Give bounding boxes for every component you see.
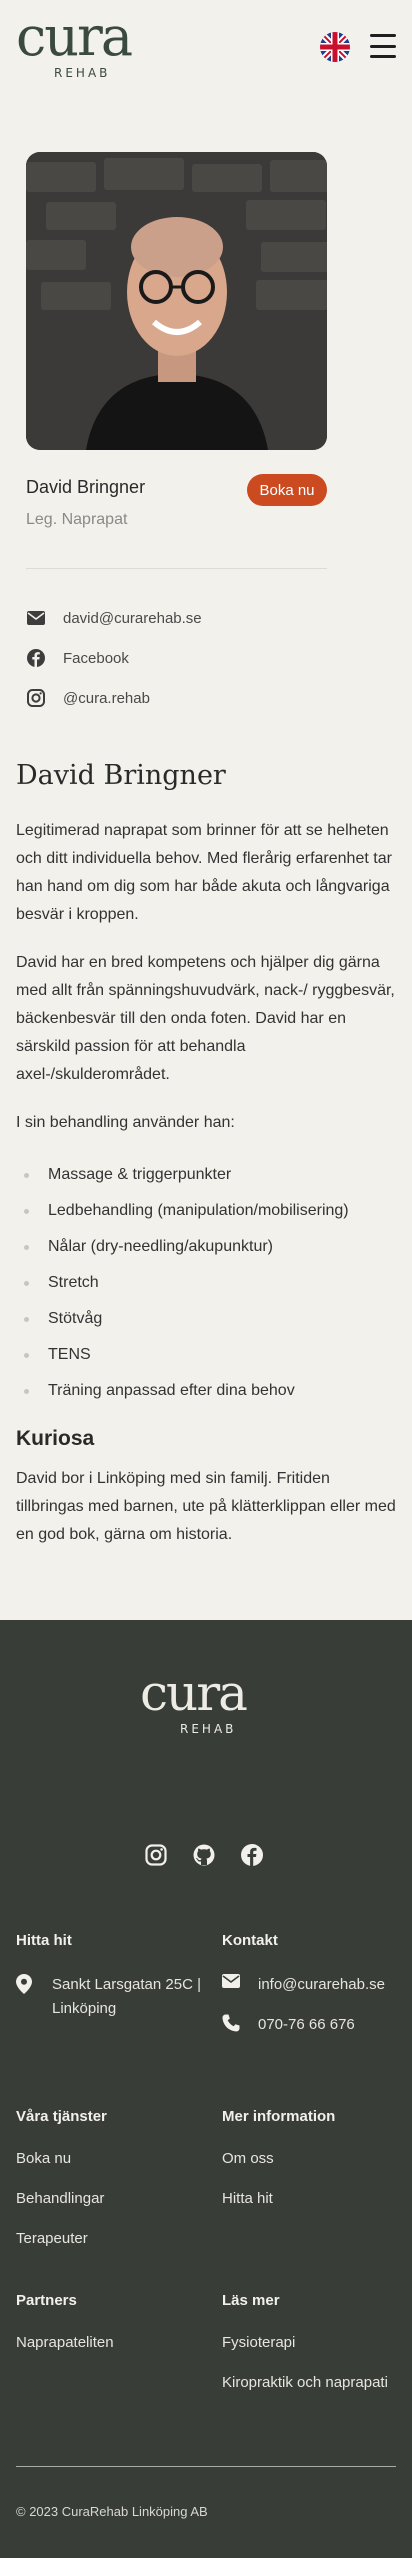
- cura-rehab-logo[interactable]: cura REHAB: [16, 5, 146, 81]
- profile-photo: [26, 152, 327, 450]
- services-heading: Våra tjänster: [16, 2108, 107, 2125]
- footer-phone[interactable]: 070-76 66 676: [222, 2013, 402, 2053]
- footer-link-about[interactable]: Om oss: [222, 2149, 402, 2189]
- footer-partners: Partners Naprapateliten: [16, 2292, 206, 2373]
- bio-paragraph-3: I sin behandling använder han:: [16, 1114, 235, 1131]
- footer-link-chiro[interactable]: Kiropraktik och naprapati: [222, 2373, 408, 2413]
- mail-icon: [222, 1974, 240, 1993]
- contact-instagram-text: @cura.rehab: [63, 689, 150, 707]
- uk-flag-icon[interactable]: [320, 32, 350, 62]
- footer-logo-subtitle: REHAB: [180, 1722, 237, 1736]
- contact-email[interactable]: david@curarehab.se: [26, 598, 202, 638]
- list-item: Ledbehandling (manipulation/mobilisering…: [16, 1193, 396, 1229]
- list-item: Stötvåg: [16, 1301, 396, 1337]
- site-footer: cura REHAB Hitta hit Sankt Larsgatan 25C…: [0, 1620, 412, 2558]
- instagram-icon: [26, 688, 46, 708]
- address-text: Sankt Larsgatan 25C | Linköping: [52, 1976, 201, 2017]
- instagram-icon[interactable]: [145, 1844, 167, 1866]
- bio-heading: David Bringner: [16, 760, 226, 791]
- therapist-title: Leg. Naprapat: [26, 511, 128, 528]
- phone-icon: [222, 2014, 240, 2037]
- footer-services: Våra tjänster Boka nu Behandlingar Terap…: [16, 2108, 206, 2269]
- list-item: TENS: [16, 1337, 396, 1373]
- trivia-text: David bor i Linköping med sin familj. Fr…: [16, 1470, 396, 1543]
- partners-heading: Partners: [16, 2292, 77, 2309]
- list-item: Träning anpassad efter dina behov: [16, 1373, 396, 1409]
- footer-logo[interactable]: cura REHAB: [140, 1668, 272, 1738]
- footer-email[interactable]: info@curarehab.se: [222, 1973, 402, 2013]
- footer-contact: Kontakt info@curarehab.se 070-76 66 676: [222, 1932, 402, 2053]
- contact-list: david@curarehab.se Facebook @cura.rehab: [26, 598, 202, 718]
- bio-paragraph-2: David har en bred kompetens och hjälper …: [16, 954, 395, 1083]
- profile-info: David Bringner Leg. Naprapat Boka nu: [26, 474, 327, 528]
- hamburger-menu-icon[interactable]: [370, 34, 396, 58]
- read-more-heading: Läs mer: [222, 2292, 280, 2309]
- footer-logo-wordmark: cura: [140, 1664, 248, 1722]
- book-now-button[interactable]: Boka nu: [247, 474, 327, 506]
- facebook-icon[interactable]: [241, 1844, 263, 1866]
- github-icon[interactable]: [193, 1844, 215, 1866]
- more-info-heading: Mer information: [222, 2108, 336, 2125]
- logo-subtitle: REHAB: [54, 66, 111, 80]
- list-item: Massage & triggerpunkter: [16, 1157, 396, 1193]
- treatment-list: Massage & triggerpunkter Ledbehandling (…: [16, 1157, 396, 1409]
- contact-heading: Kontakt: [222, 1932, 278, 1949]
- footer-phone-text: 070-76 66 676: [258, 2016, 355, 2033]
- mail-icon: [26, 608, 46, 628]
- find-us-heading: Hitta hit: [16, 1932, 72, 1949]
- contact-facebook-text: Facebook: [63, 649, 129, 667]
- location-pin-icon: [16, 1974, 34, 1999]
- footer-find-us: Hitta hit Sankt Larsgatan 25C | Linköpin…: [16, 1932, 206, 2021]
- bio-section: David Bringner Legitimerad naprapat som …: [16, 760, 396, 1569]
- bio-paragraph-1: Legitimerad naprapat som brinner för att…: [16, 822, 392, 923]
- contact-email-text: david@curarehab.se: [63, 609, 202, 627]
- logo-wordmark: cura: [16, 5, 133, 68]
- footer-divider: [16, 2466, 396, 2467]
- footer-link-find-us[interactable]: Hitta hit: [222, 2189, 402, 2229]
- footer-link-physio[interactable]: Fysioterapi: [222, 2333, 408, 2373]
- footer-social-links: [145, 1844, 263, 1866]
- footer-link-partner[interactable]: Naprapateliten: [16, 2333, 206, 2373]
- footer-link-treatments[interactable]: Behandlingar: [16, 2189, 206, 2229]
- footer-email-text: info@curarehab.se: [258, 1976, 385, 1993]
- facebook-icon: [26, 648, 46, 668]
- list-item: Stretch: [16, 1265, 396, 1301]
- copyright: © 2023 CuraRehab Linköping AB: [16, 2504, 208, 2519]
- contact-facebook[interactable]: Facebook: [26, 638, 202, 678]
- footer-link-book[interactable]: Boka nu: [16, 2149, 206, 2189]
- site-header: cura REHAB: [0, 0, 412, 100]
- footer-more-info: Mer information Om oss Hitta hit: [222, 2108, 402, 2229]
- footer-link-therapists[interactable]: Terapeuter: [16, 2229, 206, 2269]
- trivia-heading: Kuriosa: [16, 1427, 95, 1450]
- address[interactable]: Sankt Larsgatan 25C | Linköping: [16, 1973, 206, 2021]
- divider: [26, 568, 327, 569]
- contact-instagram[interactable]: @cura.rehab: [26, 678, 202, 718]
- footer-read-more: Läs mer Fysioterapi Kiropraktik och napr…: [222, 2292, 408, 2413]
- list-item: Nålar (dry-needling/akupunktur): [16, 1229, 396, 1265]
